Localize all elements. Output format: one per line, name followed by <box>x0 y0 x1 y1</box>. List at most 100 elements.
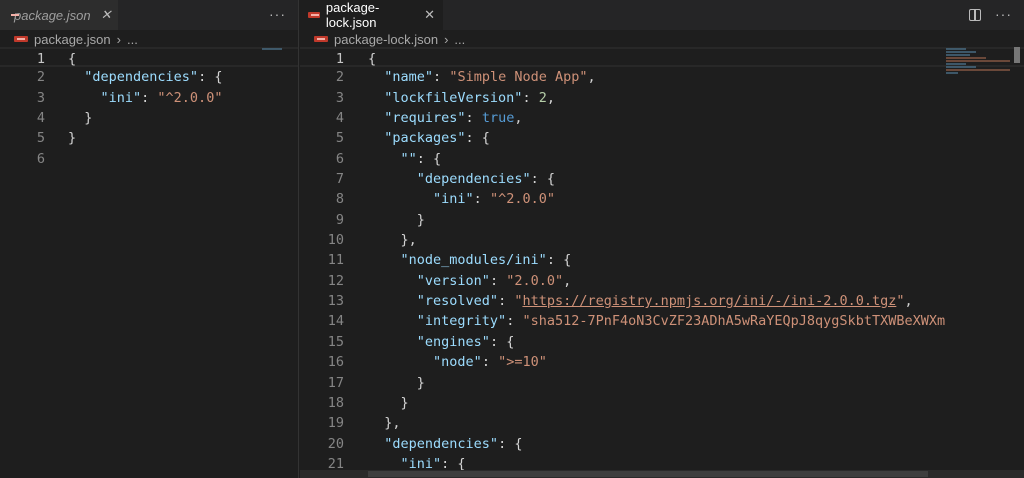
line-number: 3 <box>36 89 45 106</box>
chevron-right-icon: › <box>444 31 449 47</box>
breadcrumb: package.json › ... <box>0 30 298 48</box>
code-text: "dependencies": { <box>368 169 555 189</box>
code-line: 2 "name": "Simple Node App", <box>300 67 1024 87</box>
tab-package-lock-json[interactable]: package-lock.json ✕ <box>300 0 443 30</box>
breadcrumb-file[interactable]: package.json <box>34 32 111 47</box>
token: , <box>563 272 572 289</box>
token: "resolved" <box>416 293 499 310</box>
token: "version" <box>416 272 490 289</box>
code-text: "version": "2.0.0", <box>368 271 571 291</box>
code-line: 1{ <box>0 47 298 69</box>
token: 2 <box>538 89 547 106</box>
code-line: 13 "resolved": "https://registry.npmjs.o… <box>300 291 1024 311</box>
code-line: 7 "dependencies": { <box>300 169 1024 189</box>
code-text: "node": ">=10" <box>368 352 547 372</box>
token: "name" <box>384 69 434 86</box>
code-line: 12 "version": "2.0.0", <box>300 271 1024 291</box>
token: ">=10" <box>498 354 547 371</box>
line-number: 4 <box>36 110 45 127</box>
token: "ini" <box>433 191 474 208</box>
json-file-icon <box>14 36 28 42</box>
token: : { <box>198 69 223 86</box>
token: { <box>368 51 377 67</box>
minimap[interactable] <box>946 47 1010 107</box>
token: "packages" <box>384 130 466 147</box>
code-text: "ini": "^2.0.0" <box>68 88 223 108</box>
line-number: 17 <box>327 374 344 391</box>
code-text: "engines": { <box>368 332 515 352</box>
code-text: "packages": { <box>368 128 490 148</box>
token: }, <box>368 415 401 432</box>
token: : <box>465 110 482 127</box>
token: "node" <box>433 354 482 371</box>
token: "dependencies" <box>384 435 499 452</box>
more-actions-button[interactable]: ··· <box>269 6 286 22</box>
tab-package-json[interactable]: package.json ✕ <box>0 0 118 30</box>
split-editor-icon[interactable] <box>969 9 981 21</box>
code-editor[interactable]: 1{2 "dependencies": {3 "ini": "^2.0.0" 4 … <box>0 47 298 470</box>
token: true <box>481 110 515 127</box>
token: : { <box>498 435 523 452</box>
line-number: 15 <box>327 333 344 350</box>
breadcrumb-file[interactable]: package-lock.json <box>334 32 438 47</box>
code-text: }, <box>368 230 417 250</box>
token: "^2.0.0" <box>489 191 555 208</box>
code-line: 5 "packages": { <box>300 128 1024 148</box>
code-text: { <box>68 49 76 69</box>
line-number: 2 <box>36 69 45 86</box>
token: } <box>368 374 425 391</box>
line-number: 14 <box>327 313 344 330</box>
token: : <box>433 69 450 86</box>
code-text: "ini": "^2.0.0" <box>368 189 555 209</box>
token: : { <box>465 130 490 147</box>
code-text: "requires": true, <box>368 108 522 128</box>
horizontal-scrollbar[interactable] <box>300 470 1024 478</box>
token: } <box>68 130 77 147</box>
code-text: }, <box>368 413 401 433</box>
code-line: 3 "lockfileVersion": 2, <box>300 88 1024 108</box>
line-number: 10 <box>327 232 344 249</box>
line-number: 1 <box>335 51 344 67</box>
code-text: "resolved": "https://registry.npmjs.org/… <box>368 291 913 311</box>
token: } <box>368 394 409 411</box>
breadcrumb-more[interactable]: ... <box>127 32 138 47</box>
code-text: } <box>368 373 425 393</box>
code-text: "name": "Simple Node App", <box>368 67 595 87</box>
code-editor[interactable]: 1 {2 "name": "Simple Node App", 3 "lockfil… <box>300 47 1024 472</box>
url-link[interactable]: https://registry.npmjs.org/ini/-/ini-2.0… <box>522 293 896 309</box>
token: : <box>489 272 507 289</box>
code-line: 4 "requires": true, <box>300 108 1024 128</box>
token: "sha512-7PnF4oN3CvZF23ADhA5wRaYEQpJ8qygS… <box>522 313 946 330</box>
token: , <box>904 293 913 310</box>
line-number: 5 <box>335 130 344 147</box>
code-line: 11 "node_modules/ini": { <box>300 250 1024 270</box>
vertical-scrollbar[interactable] <box>1014 47 1020 63</box>
code-text: "dependencies": { <box>368 434 522 454</box>
token: , <box>546 89 555 106</box>
code-line: 3 "ini": "^2.0.0" <box>0 88 298 108</box>
code-line: 4 } <box>0 108 298 128</box>
breadcrumb-more[interactable]: ... <box>454 32 465 47</box>
code-text: "node_modules/ini": { <box>368 250 572 270</box>
code-text: } <box>68 108 92 128</box>
more-actions-button[interactable]: ··· <box>995 6 1012 22</box>
breadcrumb: package-lock.json › ... <box>300 30 1024 48</box>
json-file-icon <box>308 12 320 18</box>
line-number: 11 <box>327 252 344 269</box>
line-number: 3 <box>335 89 344 106</box>
minimap[interactable] <box>262 47 288 107</box>
code-line: 17 } <box>300 373 1024 393</box>
close-icon[interactable]: ✕ <box>424 7 435 23</box>
code-text: } <box>368 210 425 230</box>
line-number: 9 <box>335 211 344 228</box>
token: "integrity" <box>416 313 507 330</box>
line-number: 1 <box>36 51 45 67</box>
close-icon[interactable]: ✕ <box>101 7 112 23</box>
token: : <box>481 354 499 371</box>
token: "node_modules/ini" <box>400 252 547 269</box>
